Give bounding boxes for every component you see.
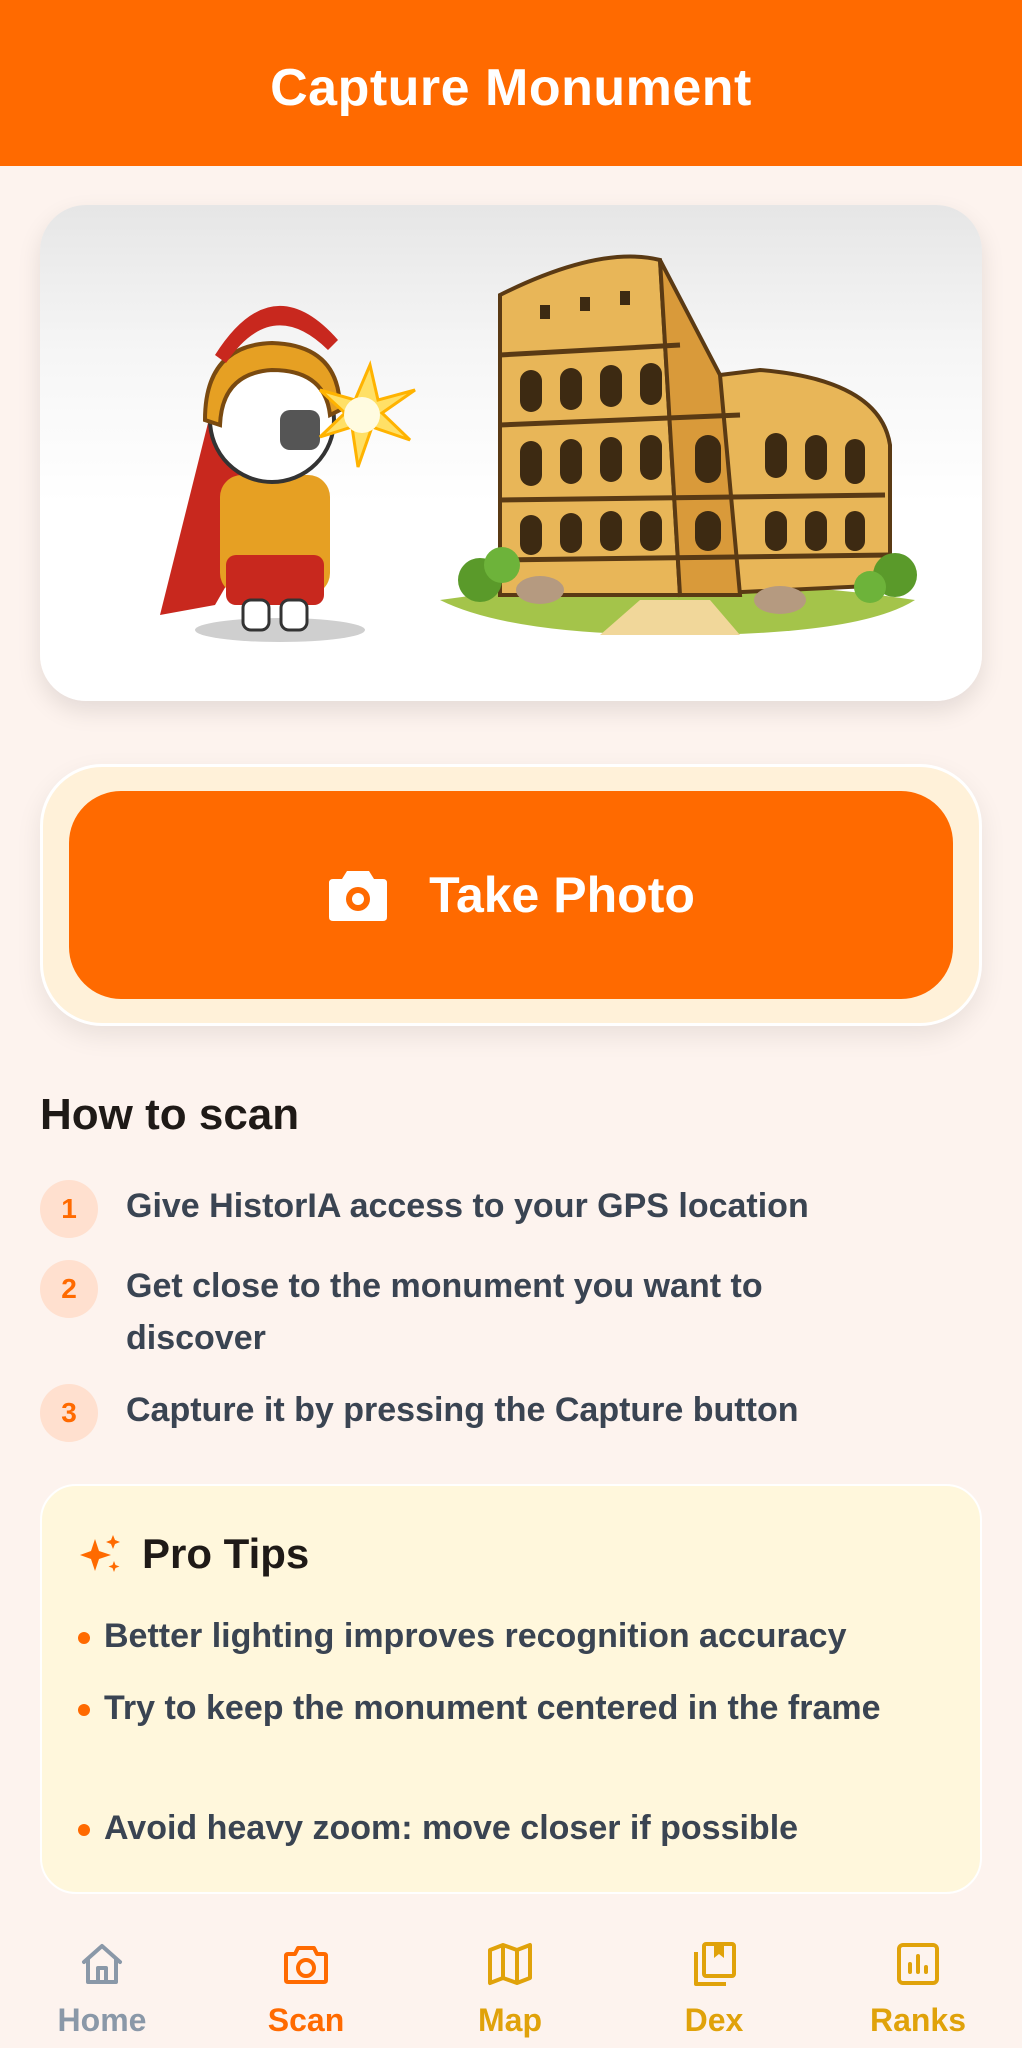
- nav-item-dex[interactable]: Dex: [612, 1912, 816, 2048]
- nav-label-dex: Dex: [684, 2002, 744, 2038]
- book-icon: [694, 1942, 736, 1986]
- step-number: 2: [40, 1260, 98, 1318]
- scan-step: 1 Give HistorIA access to your GPS locat…: [40, 1180, 980, 1238]
- nav-item-map[interactable]: Map: [408, 1912, 612, 2048]
- take-photo-button[interactable]: Take Photo: [69, 791, 953, 999]
- tip-item: Try to keep the monument centered in the…: [78, 1682, 948, 1734]
- tip-text: Try to keep the monument centered in the…: [104, 1689, 881, 1727]
- take-photo-label: Take Photo: [429, 867, 695, 923]
- pro-tips-header: Pro Tips: [80, 1530, 309, 1578]
- step-number: 3: [40, 1384, 98, 1442]
- bullet-dot: [78, 1632, 90, 1644]
- hero-illustration-card: [40, 205, 982, 701]
- how-to-scan-title: How to scan: [40, 1090, 300, 1139]
- nav-label-map: Map: [478, 2002, 542, 2038]
- page-title: Capture Monument: [270, 59, 752, 117]
- scan-step: 3 Capture it by pressing the Capture but…: [40, 1384, 980, 1442]
- tip-item: Avoid heavy zoom: move closer if possibl…: [78, 1802, 948, 1854]
- step-number: 1: [40, 1180, 98, 1238]
- sparkles-icon: [80, 1535, 120, 1572]
- nav-item-home[interactable]: Home: [0, 1912, 204, 2048]
- pro-tips-card: Pro Tips Better lighting improves recogn…: [40, 1484, 982, 1894]
- nav-label-scan: Scan: [267, 2002, 345, 2038]
- step-text: Capture it by pressing the Capture butto…: [126, 1391, 799, 1429]
- step-text: Give HistorIA access to your GPS locatio…: [126, 1187, 809, 1225]
- tip-text: Better lighting improves recognition acc…: [104, 1617, 847, 1655]
- map-icon: [488, 1943, 532, 1985]
- tip-text: Avoid heavy zoom: move closer if possibl…: [104, 1809, 799, 1847]
- nav-label-home: Home: [57, 2002, 147, 2038]
- pro-tips-title: Pro Tips: [142, 1530, 310, 1577]
- bullet-dot: [78, 1704, 90, 1716]
- camera-icon: [284, 1946, 328, 1984]
- bullet-dot: [78, 1824, 90, 1836]
- bottom-navigation: Home Scan Map Dex Ranks: [0, 1912, 1022, 2048]
- tip-item: Better lighting improves recognition acc…: [78, 1610, 948, 1662]
- chart-icon: [897, 1943, 939, 1985]
- home-icon: [82, 1944, 122, 1984]
- step-text: Get close to the monument you want to di…: [126, 1267, 763, 1357]
- nav-label-ranks: Ranks: [869, 2002, 967, 2038]
- nav-item-ranks[interactable]: Ranks: [816, 1912, 1020, 2048]
- hero-illustration: [160, 254, 917, 642]
- camera-icon: [329, 871, 388, 921]
- scan-step: 2 Get close to the monument you want to …: [40, 1260, 980, 1364]
- app-header: Capture Monument: [0, 0, 1022, 166]
- nav-item-scan[interactable]: Scan: [204, 1912, 408, 2048]
- take-photo-container: Take Photo: [40, 764, 982, 1026]
